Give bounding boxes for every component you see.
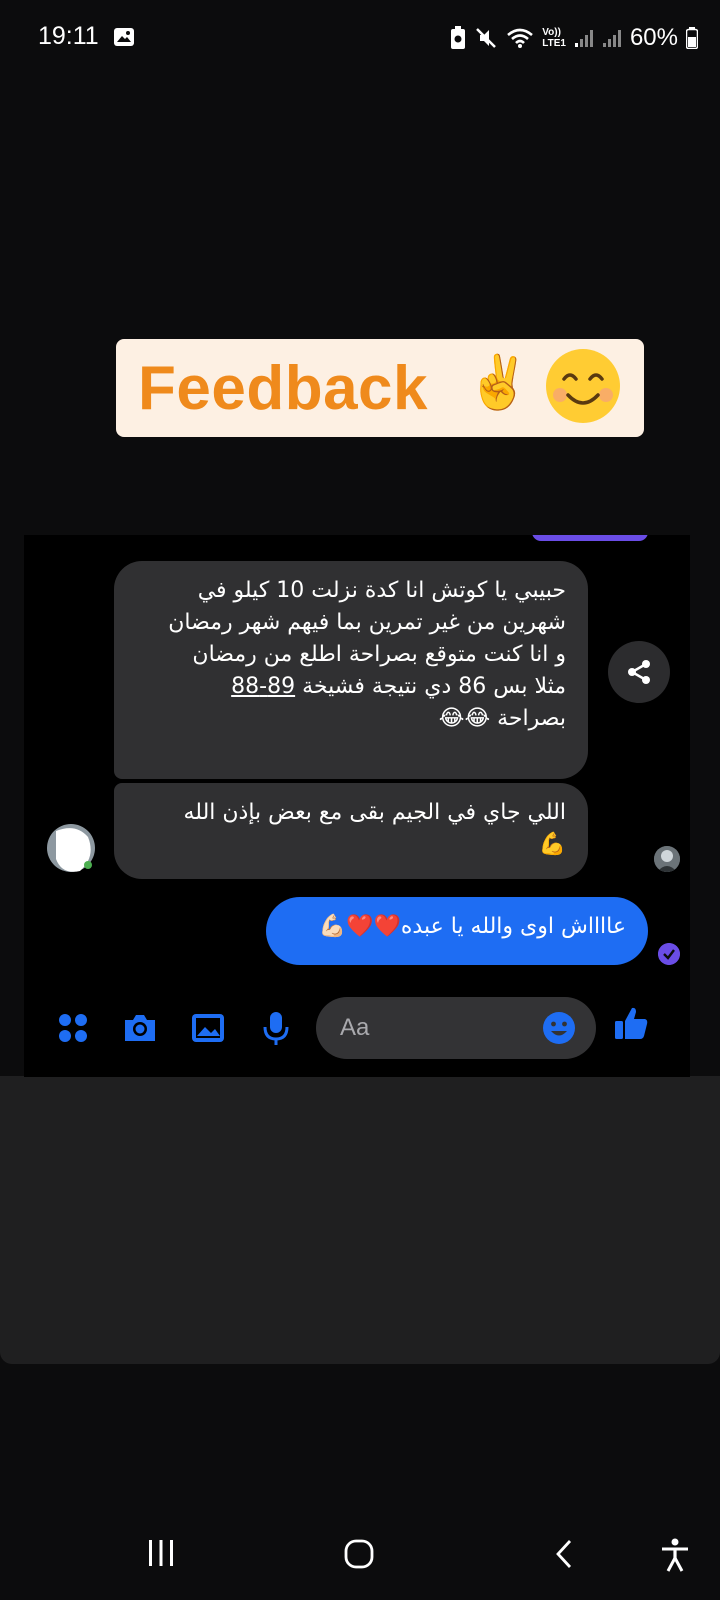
feedback-sticker: Feedback ✌️	[116, 339, 644, 437]
received-message-bubble: اللي جاي في الجيم بقى مع بعض بإذن الله 💪	[114, 783, 588, 879]
seen-check-icon	[658, 943, 680, 965]
status-bar: 19:11 Vo)) LTE1 60%	[0, 0, 720, 78]
microphone-icon[interactable]	[257, 1009, 295, 1047]
story-background-panel	[0, 1076, 720, 1364]
message-placeholder: Aa	[340, 1014, 370, 1041]
previous-message-edge	[532, 535, 648, 541]
system-navigation-bar	[0, 1500, 720, 1600]
share-icon	[628, 660, 650, 684]
signal-sim1-icon	[574, 30, 593, 47]
network-type: Vo)) LTE1	[542, 27, 566, 49]
recent-apps-icon[interactable]	[146, 1538, 176, 1568]
gallery-notification-icon	[114, 28, 134, 46]
underlined-number: 89-88	[231, 674, 296, 699]
chat-screenshot: حبيبي يا كوتش انا كدة نزلت 10 كيلو في شه…	[24, 535, 690, 1077]
emoji-icon[interactable]	[542, 1011, 576, 1045]
feedback-title: Feedback	[138, 353, 429, 423]
accessibility-icon[interactable]	[660, 1538, 690, 1572]
smiling-face-emoji	[546, 349, 620, 423]
received-message-bubble: حبيبي يا كوتش انا كدة نزلت 10 كيلو في شه…	[114, 561, 588, 779]
share-button[interactable]	[608, 641, 670, 703]
wifi-icon	[507, 28, 534, 48]
sender-avatar	[47, 824, 95, 872]
home-icon[interactable]	[343, 1538, 375, 1570]
mute-icon	[476, 28, 497, 48]
read-by-avatar-image	[654, 846, 680, 872]
status-icons: Vo)) LTE1 60%	[450, 22, 698, 54]
camera-icon[interactable]	[121, 1009, 159, 1047]
message-input[interactable]: Aa	[316, 997, 596, 1059]
status-time: 19:11	[38, 22, 99, 50]
apps-menu-icon[interactable]	[54, 1009, 92, 1047]
message-composer: Aa	[24, 989, 690, 1069]
victory-hand-emoji: ✌️	[466, 353, 531, 413]
read-by-avatar	[654, 846, 680, 872]
gallery-icon[interactable]	[189, 1009, 227, 1047]
battery-percentage: 60%	[629, 24, 678, 51]
back-icon[interactable]	[552, 1538, 576, 1570]
battery-saver-icon	[451, 26, 466, 49]
like-icon[interactable]	[612, 1005, 650, 1043]
signal-sim2-icon	[602, 30, 621, 47]
battery-icon	[686, 27, 698, 49]
sent-message-bubble: عااااش اوى والله يا عبده❤️❤️💪🏻	[266, 897, 648, 965]
